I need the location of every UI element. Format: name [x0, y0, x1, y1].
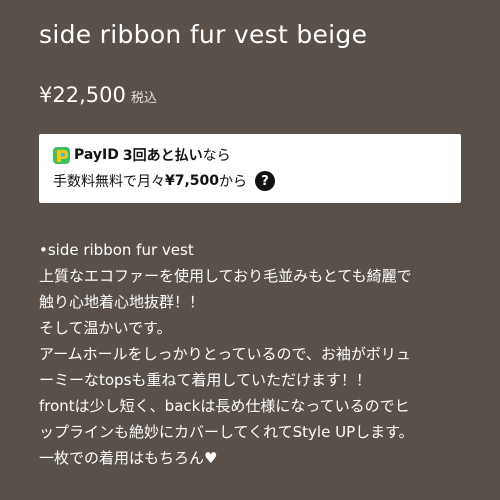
payid-monthly-amount: ¥7,500 — [165, 173, 220, 189]
payid-plan: 3回あと払い — [122, 148, 203, 164]
description-line: frontは少し短く、backは長め仕様になっているのでヒ — [39, 397, 410, 415]
description-line: 上質なエコファーを使用しており毛並みもとても綺麗で — [39, 267, 412, 285]
payid-plan-suffix: なら — [202, 148, 231, 164]
price-row: ¥22,500 税込 — [39, 83, 157, 107]
product-title: side ribbon fur vest beige — [39, 20, 368, 49]
description-line: 触り心地着心地抜群！！ — [39, 293, 205, 311]
tax-label: 税込 — [130, 91, 157, 106]
payid-logo-icon — [53, 146, 70, 164]
product-description: •side ribbon fur vest 上質なエコファーを使用しており毛並み… — [39, 237, 479, 471]
description-line: アームホールをしっかりとっているので、お袖がボリュ — [39, 345, 411, 363]
payid-from-text: から — [219, 174, 248, 190]
payid-fee-text: 手数料無料で月々 — [53, 174, 165, 190]
payid-brand: PayID — [74, 147, 119, 163]
description-line: 一枚での着用はもちろん♥ — [39, 449, 218, 467]
description-line: そして温かいです。 — [39, 319, 172, 337]
payid-line-2: 手数料無料で月々 ¥7,500 から ? — [53, 170, 461, 192]
payid-line-1: PayID 3回あと払い なら — [53, 144, 461, 166]
description-line: ップラインも絶妙にカバーしてくれてStyle UPします。 — [39, 423, 414, 441]
description-line: •side ribbon fur vest — [39, 241, 194, 259]
payid-installment-banner[interactable]: PayID 3回あと払い なら 手数料無料で月々 ¥7,500 から ? — [39, 134, 461, 203]
description-line: ーミーなtopsも重ねて着用していただけます！！ — [39, 371, 371, 389]
question-circle-icon[interactable]: ? — [255, 171, 276, 191]
product-price: ¥22,500 — [39, 83, 126, 107]
